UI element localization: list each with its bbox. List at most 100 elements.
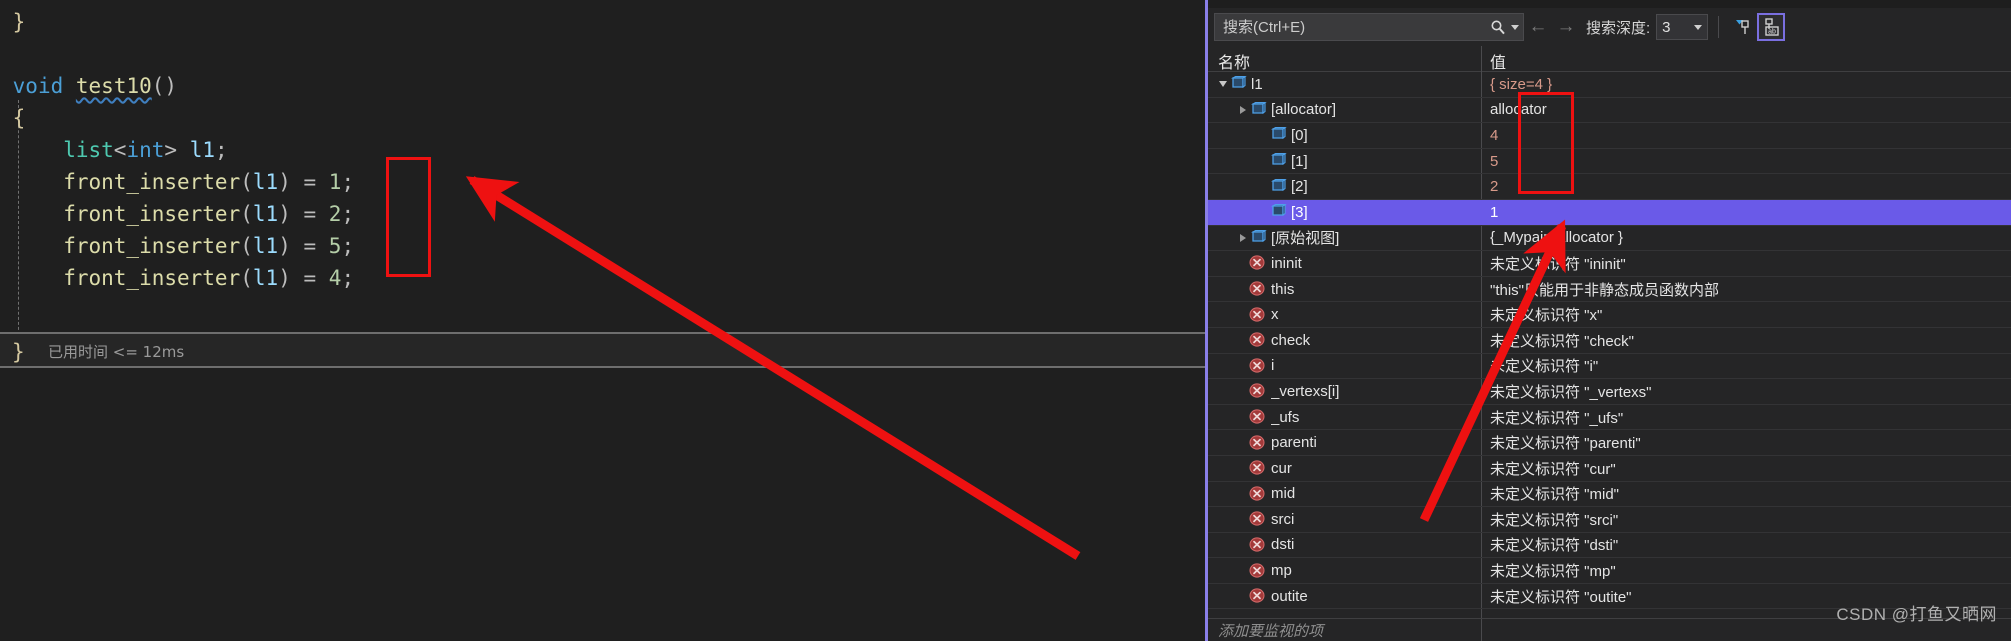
watch-row-value[interactable]: 2 [1481,178,2011,195]
watch-row[interactable]: x 未定义标识符 "x" [1208,302,2011,328]
watch-row-value[interactable]: 4 [1481,127,2011,144]
error-icon [1249,281,1267,297]
cube-icon [1249,101,1267,118]
watch-row-value[interactable]: 1 [1481,204,2011,221]
chevron-down-icon [1694,24,1703,30]
watch-row-value[interactable]: 未定义标识符 "_vertexs" [1481,381,2011,402]
code-line[interactable]: void test10() [0,70,177,102]
watch-row-value[interactable]: 未定义标识符 "dsti" [1481,534,2011,555]
add-watch-placeholder: 添加要监视的项 [1218,622,1324,640]
search-icon [1491,20,1505,35]
watch-row-label: _vertexs[i] [1271,382,1340,400]
watch-row-value[interactable]: {_Mypair=allocator } [1481,229,2011,246]
code-line[interactable]: front_inserter(l1) = 5; [0,230,354,262]
search-depth-select[interactable]: 3 [1656,14,1709,40]
cube-icon [1249,229,1267,246]
pin-ab-toggle-button[interactable]: ab [1757,13,1786,41]
code-line[interactable]: } [0,6,26,38]
watch-row-name-cell: srci [1208,511,1481,528]
column-header-value[interactable]: 值 [1490,49,1506,73]
watch-row-value[interactable]: 未定义标识符 "ininit" [1481,253,2011,274]
watch-row-value[interactable]: allocator [1481,101,2011,118]
expander-expand-icon[interactable] [1236,231,1249,244]
watch-row[interactable]: _vertexs[i] 未定义标识符 "_vertexs" [1208,379,2011,405]
search-input[interactable] [1223,18,1490,36]
code-text[interactable]: } void test10() { list<int> l1; front_in… [0,0,1205,340]
code-line[interactable]: front_inserter(l1) = 4; [0,262,354,294]
error-icon [1249,562,1267,579]
search-box[interactable] [1214,13,1524,41]
watch-row-label: parenti [1271,434,1317,452]
column-header-name[interactable]: 名称 [1218,49,1250,73]
watch-row-label: [2] [1291,178,1308,196]
watch-row[interactable]: _ufs 未定义标识符 "_ufs" [1208,405,2011,431]
watch-row-label: mid [1271,485,1296,503]
watch-row[interactable]: check 未定义标识符 "check" [1208,328,2011,354]
closing-brace: } [12,340,25,364]
watch-row[interactable]: [3] 1 [1208,199,2011,226]
expander-collapse-icon[interactable] [1216,78,1229,91]
watch-row-value[interactable]: 未定义标识符 "mid" [1481,483,2011,504]
watch-row-label: check [1271,331,1311,349]
code-line[interactable]: front_inserter(l1) = 2; [0,198,354,230]
code-line[interactable]: front_inserter(l1) = 1; [0,166,354,198]
elapsed-time-label: 已用时间 <= 12ms [48,343,185,361]
watch-row-value[interactable]: 5 [1481,153,2011,170]
watch-row-value[interactable]: { size=4 } [1481,76,2011,93]
watch-row[interactable]: parenti 未定义标识符 "parenti" [1208,430,2011,456]
watch-row-value[interactable]: 未定义标识符 "i" [1481,355,2011,376]
search-depth-label: 搜索深度: [1586,19,1651,37]
code-line[interactable]: { [0,102,26,134]
watch-row-label: [0] [1291,126,1308,144]
watch-row-value[interactable]: 未定义标识符 "mp" [1481,560,2011,581]
watch-row-value[interactable]: 未定义标识符 "cur" [1481,458,2011,479]
pin-ab-icon: ab [1765,18,1779,36]
watch-row[interactable]: [原始视图] {_Mypair=allocator } [1208,226,2011,252]
watch-row-label: [3] [1291,203,1308,221]
watch-row[interactable]: l1 { size=4 } [1208,72,2011,98]
watch-row-value[interactable]: 未定义标识符 "_ufs" [1481,407,2011,428]
expander-expand-icon[interactable] [1236,103,1249,116]
watch-row[interactable]: [2] 2 [1208,174,2011,200]
nav-forward-button[interactable]: → [1552,13,1580,41]
watch-row-value[interactable]: 未定义标识符 "srci" [1481,509,2011,530]
watch-row[interactable]: dsti 未定义标识符 "dsti" [1208,533,2011,559]
watch-row-name-cell: i [1208,357,1481,374]
annotation-red-box-code [386,157,431,277]
watch-row-value[interactable]: 未定义标识符 "parenti" [1481,432,2011,453]
cube-icon [1269,152,1287,169]
watch-row-name-cell: [原始视图] [1208,227,1481,248]
watch-row-label: _ufs [1271,408,1300,426]
watch-row-value[interactable]: 未定义标识符 "check" [1481,330,2011,351]
watch-row[interactable]: i 未定义标识符 "i" [1208,354,2011,380]
watch-row-value[interactable]: 未定义标识符 "x" [1481,304,2011,325]
watch-row[interactable]: [0] 4 [1208,123,2011,149]
watch-row[interactable]: srci 未定义标识符 "srci" [1208,507,2011,533]
watch-row[interactable]: [allocator] allocator [1208,98,2011,124]
watch-row-value[interactable]: "this"只能用于非静态成员函数内部 [1481,279,2011,300]
watch-row[interactable]: ininit 未定义标识符 "ininit" [1208,251,2011,277]
watch-row[interactable]: [1] 5 [1208,149,2011,175]
watch-row[interactable]: cur 未定义标识符 "cur" [1208,456,2011,482]
watch-row[interactable]: this "this"只能用于非静态成员函数内部 [1208,277,2011,303]
pin-filter-button[interactable] [1729,13,1757,41]
code-line[interactable]: list<int> l1; [0,134,227,166]
search-options-chevron-down-icon[interactable] [1511,24,1519,30]
code-line[interactable] [0,38,13,70]
watch-row[interactable]: mid 未定义标识符 "mid" [1208,482,2011,508]
watch-row-name-cell: check [1208,332,1481,349]
watch-row[interactable]: mp 未定义标识符 "mp" [1208,558,2011,584]
watch-row-name-cell: _ufs [1208,409,1481,426]
watch-row-name-cell: outite [1208,588,1481,605]
code-editor[interactable]: } void test10() { list<int> l1; front_in… [0,0,1205,641]
nav-back-button[interactable]: ← [1524,13,1552,41]
